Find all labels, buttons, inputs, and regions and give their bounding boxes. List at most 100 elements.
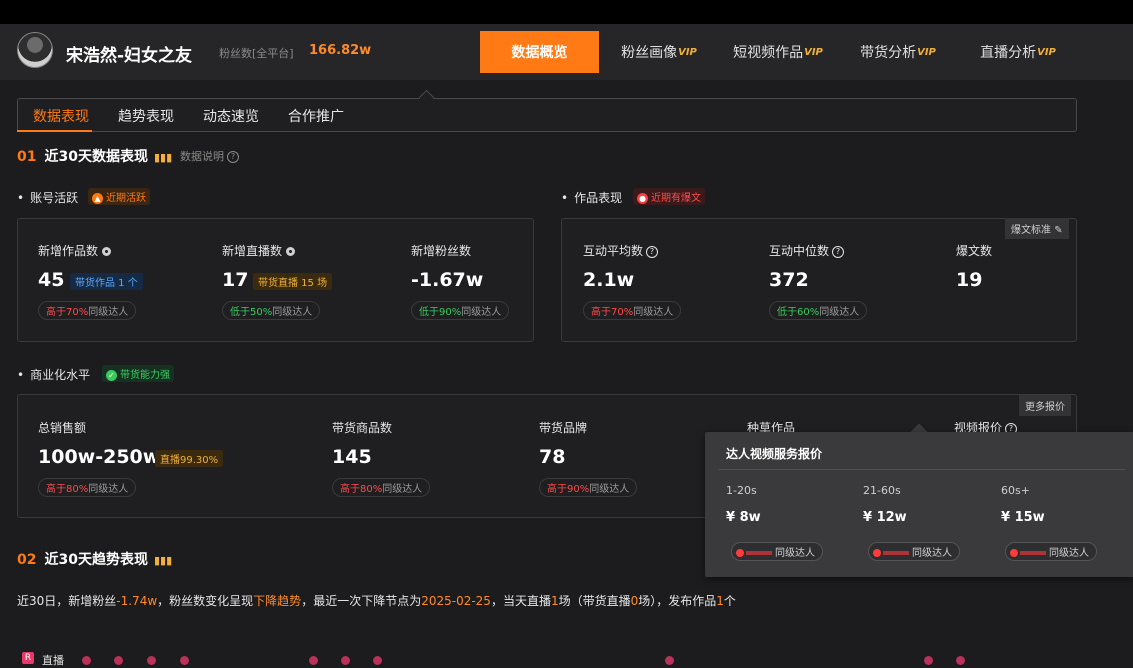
nav-tab-commerce[interactable]: 带货分析 VIP (846, 31, 950, 73)
summary-text: ，当天直播 (490, 594, 551, 608)
subtab-data[interactable]: 数据表现 (33, 106, 89, 126)
section-title: 02 近30天趋势表现 ▮▮▮ (17, 549, 172, 569)
metric-label-text: 新增作品数 (38, 244, 99, 258)
price-comparison-pill: 同级达人 (1005, 542, 1097, 561)
cmp-suffix: 同级达人 (461, 307, 502, 318)
red-dot-icon (873, 549, 881, 557)
summary-highlight: 1 (716, 594, 724, 608)
timeline-live-marker[interactable] (180, 656, 189, 665)
timeline-live-marker[interactable] (373, 656, 382, 665)
nav-tab-short-video[interactable]: 短视频作品 VIP (722, 31, 834, 73)
subtab-trend[interactable]: 趋势表现 (118, 106, 174, 126)
live-legend-icon: R (22, 652, 34, 664)
eye-icon[interactable] (286, 247, 296, 256)
section-number: 02 (17, 552, 37, 568)
cmp-suffix: 同级达人 (633, 307, 674, 318)
timeline-live-marker[interactable] (341, 656, 350, 665)
question-icon[interactable]: ? (832, 245, 845, 258)
metric-label-brands: 带货品牌 (539, 421, 588, 435)
cmp-suffix: 同级达人 (382, 484, 423, 495)
subtab-dynamics[interactable]: 动态速览 (203, 106, 259, 126)
fans-label: 粉丝数[全平台] (219, 47, 294, 60)
question-icon[interactable]: ? (646, 245, 659, 258)
timeline-live-marker[interactable] (309, 656, 318, 665)
timeline-live-marker[interactable] (147, 656, 156, 665)
summary-text: 个 (723, 594, 736, 608)
comparison-pill: 低于60%同级达人 (769, 301, 868, 320)
cmp-suffix: 同级达人 (589, 484, 630, 495)
metric-label-avg-interaction: 互动平均数? (583, 242, 659, 259)
red-dot-icon (1010, 549, 1018, 557)
metric-value-new-works: 45 (38, 269, 65, 291)
cmp-suffix: 同级达人 (272, 307, 313, 318)
video-price-popup: 达人视频服务报价 1-20s ¥ 8w 同级达人 21-60s ¥ 12w 同级… (705, 432, 1133, 577)
subtab-cooperation[interactable]: 合作推广 (288, 106, 344, 126)
popup-title: 达人视频服务报价 (726, 447, 823, 461)
cmp-suffix: 同级达人 (775, 548, 815, 559)
price-value: ¥ 15w (1001, 510, 1045, 525)
section-title-text: 近30天趋势表现 (44, 552, 148, 568)
cmp-prefix: 高于 (591, 307, 611, 318)
creator-name: 宋浩然-妇女之友 (66, 46, 193, 66)
metric-value-avg-interaction: 2.1w (583, 269, 635, 291)
vip-badge: VIP (917, 46, 936, 58)
cmp-percent: 80% (360, 484, 383, 495)
group-label-works: 作品表现 (561, 189, 622, 206)
group-label-commerce: 商业化水平 (17, 366, 90, 383)
cmp-prefix: 高于 (547, 484, 567, 495)
summary-highlight: 2025-02-25 (421, 594, 491, 608)
group-label-account: 账号活跃 (17, 189, 78, 206)
price-range-label: 60s+ (1001, 484, 1030, 497)
metric-label-median-interaction: 互动中位数? (769, 242, 845, 259)
summary-text: ，最近一次下降节点为 (301, 594, 422, 608)
sub-tab-bar (17, 98, 1077, 132)
cmp-percent: 90% (439, 307, 462, 318)
cmp-percent: 80% (66, 484, 89, 495)
data-explanation-link[interactable]: 数据说明? (180, 148, 239, 164)
legend-label-live: 直播 (42, 654, 64, 667)
badge-text: 近期活跃 (106, 193, 146, 204)
metric-label-text: 互动中位数 (769, 244, 830, 258)
avatar[interactable] (17, 32, 53, 68)
timeline-live-marker[interactable] (114, 656, 123, 665)
nav-tab-overview[interactable]: 数据概览 (480, 31, 599, 73)
more-quotes-button[interactable]: 更多报价 (1019, 395, 1071, 416)
metric-value-new-live: 17 (222, 269, 249, 291)
comparison-pill: 高于70%同级达人 (38, 301, 137, 320)
decor-marks-icon: ▮▮▮ (153, 151, 173, 164)
metric-value-brands: 78 (539, 446, 566, 468)
cmp-suffix: 同级达人 (912, 548, 952, 559)
top-black-bar (0, 0, 1133, 24)
comparison-pill: 高于80%同级达人 (332, 478, 431, 497)
comparison-pill: 高于90%同级达人 (539, 478, 638, 497)
cmp-prefix: 高于 (46, 484, 66, 495)
nav-tab-live[interactable]: 直播分析 VIP (966, 31, 1070, 73)
summary-text: 场），发布作品 (638, 594, 717, 608)
metric-label-new-fans: 新增粉丝数 (411, 244, 472, 258)
badge-text: 近期有爆文 (651, 193, 701, 204)
redacted-bar (883, 551, 909, 555)
cmp-suffix: 同级达人 (819, 307, 860, 318)
fans-value: 166.82w (309, 43, 372, 58)
comparison-pill: 高于70%同级达人 (583, 301, 682, 320)
viral-standard-button[interactable]: 爆文标准 ✎ (1005, 218, 1069, 239)
cmp-prefix: 高于 (340, 484, 360, 495)
timeline-live-marker[interactable] (82, 656, 91, 665)
summary-text: 近30日，新增粉丝 (17, 594, 117, 608)
timeline-live-marker[interactable] (956, 656, 965, 665)
timeline-live-marker[interactable] (665, 656, 674, 665)
metric-label-goods: 带货商品数 (332, 421, 393, 435)
fire-icon: ▲ (92, 192, 103, 204)
nav-tab-fans-profile[interactable]: 粉丝画像 VIP (606, 31, 712, 73)
summary-text: 场（带货直播 (558, 594, 631, 608)
vip-badge: VIP (678, 46, 697, 58)
cmp-suffix: 同级达人 (88, 484, 129, 495)
timeline-live-marker[interactable] (924, 656, 933, 665)
nav-tab-label: 粉丝画像 (621, 45, 678, 61)
metric-value-viral: 19 (956, 269, 983, 291)
summary-highlight: -1.74w (116, 594, 158, 608)
cmp-prefix: 高于 (46, 307, 66, 318)
eye-icon[interactable] (102, 247, 112, 256)
edit-icon: ✎ (1054, 225, 1063, 236)
comparison-pill: 低于90%同级达人 (411, 301, 510, 320)
